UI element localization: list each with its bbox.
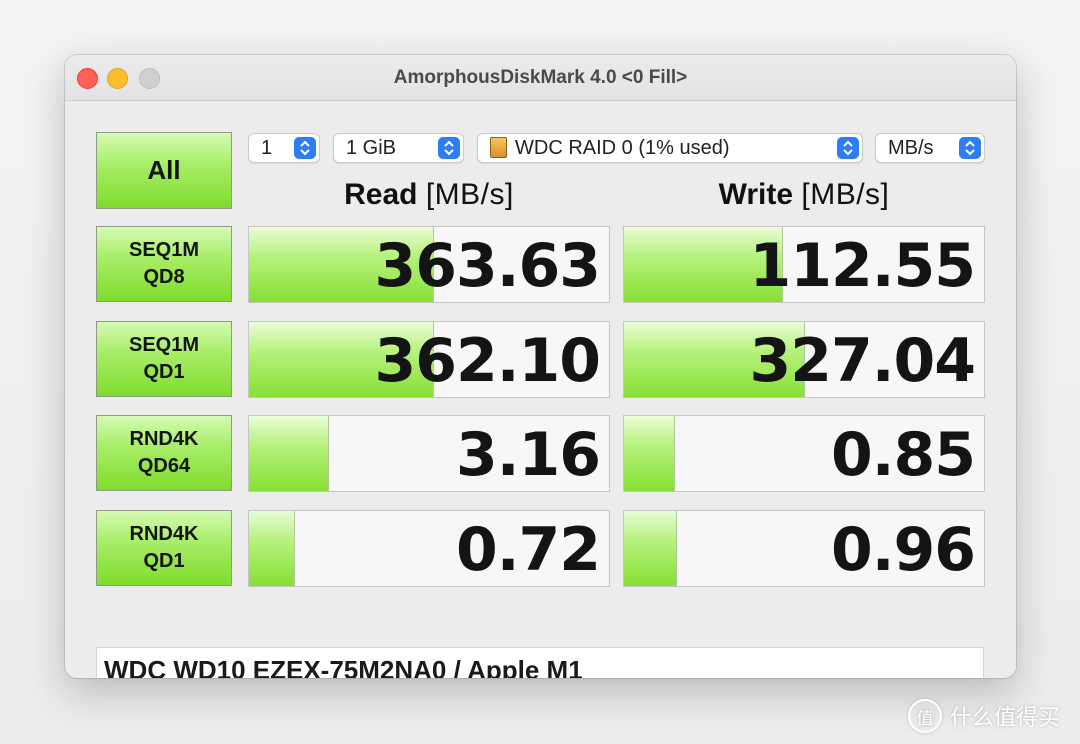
read-value: 362.10 — [374, 326, 601, 396]
write-header-unit: [MB/s] — [801, 178, 890, 211]
read-value: 3.16 — [455, 420, 601, 490]
disk-icon — [490, 137, 507, 158]
read-bar — [249, 416, 330, 491]
test-label-line2: QD64 — [137, 455, 191, 477]
title-bar: AmorphousDiskMark 4.0 <0 Fill> — [65, 55, 1016, 101]
run-all-button[interactable]: All — [96, 132, 232, 209]
watermark-logo-icon: 值 — [908, 699, 942, 733]
write-result-rnd4k-qd1: 0.96 — [623, 510, 985, 587]
test-button-seq1m-qd8[interactable]: SEQ1M QD8 — [96, 226, 232, 302]
test-label-line2: QD1 — [143, 550, 185, 572]
write-bar — [624, 511, 678, 586]
chevron-updown-icon — [959, 137, 981, 159]
write-value: 0.96 — [830, 515, 976, 585]
test-label-line1: RND4K — [129, 428, 199, 450]
read-header-label: Read — [344, 178, 418, 211]
test-button-rnd4k-qd64[interactable]: RND4K QD64 — [96, 415, 232, 491]
test-label-line2: QD1 — [143, 361, 185, 383]
write-header-label: Write — [718, 178, 794, 211]
read-result-rnd4k-qd1: 0.72 — [248, 510, 610, 587]
test-label-line1: SEQ1M — [128, 334, 200, 356]
app-window: AmorphousDiskMark 4.0 <0 Fill> All 1 1 G… — [65, 55, 1016, 678]
test-size-select[interactable]: 1 GiB — [333, 133, 464, 163]
read-result-rnd4k-qd64: 3.16 — [248, 415, 610, 492]
test-count-select[interactable]: 1 — [248, 133, 320, 163]
disk-value: WDC RAID 0 (1% used) — [515, 137, 730, 159]
unit-select[interactable]: MB/s — [875, 133, 985, 163]
chevron-updown-icon — [438, 137, 460, 159]
write-column-header: Write [MB/s] — [623, 175, 985, 215]
read-result-seq1m-qd1: 362.10 — [248, 321, 610, 398]
read-value: 363.63 — [374, 231, 601, 301]
test-label-line1: SEQ1M — [128, 239, 200, 261]
read-column-header: Read [MB/s] — [248, 175, 610, 215]
chevron-updown-icon — [294, 137, 316, 159]
test-size-value: 1 GiB — [346, 137, 397, 159]
test-button-rnd4k-qd1[interactable]: RND4K QD1 — [96, 510, 232, 586]
write-result-rnd4k-qd64: 0.85 — [623, 415, 985, 492]
test-label-line2: QD8 — [143, 266, 185, 288]
test-label-line1: RND4K — [129, 523, 199, 545]
write-bar — [624, 416, 676, 491]
read-result-seq1m-qd8: 363.63 — [248, 226, 610, 303]
write-value: 327.04 — [749, 326, 976, 396]
watermark-text: 什么值得买 — [950, 706, 1061, 731]
main-panel: All 1 1 GiB WDC RAID 0 (1% used) MB/s Re… — [65, 101, 1016, 678]
test-count-value: 1 — [261, 137, 273, 159]
read-header-unit: [MB/s] — [425, 178, 514, 211]
watermark: 值 什么值得买 — [908, 697, 1060, 735]
chevron-updown-icon — [837, 137, 859, 159]
read-bar — [249, 511, 295, 586]
disk-select[interactable]: WDC RAID 0 (1% used) — [477, 133, 863, 163]
read-value: 0.72 — [455, 515, 601, 585]
run-all-label: All — [147, 155, 181, 185]
test-button-seq1m-qd1[interactable]: SEQ1M QD1 — [96, 321, 232, 397]
write-value: 0.85 — [830, 420, 976, 490]
write-result-seq1m-qd1: 327.04 — [623, 321, 985, 398]
unit-value: MB/s — [888, 137, 934, 159]
write-result-seq1m-qd8: 112.55 — [623, 226, 985, 303]
comment-field[interactable]: WDC WD10 EZEX-75M2NA0 / Apple M1 — [96, 647, 984, 678]
window-title: AmorphousDiskMark 4.0 <0 Fill> — [393, 67, 688, 88]
write-value: 112.55 — [749, 231, 976, 301]
